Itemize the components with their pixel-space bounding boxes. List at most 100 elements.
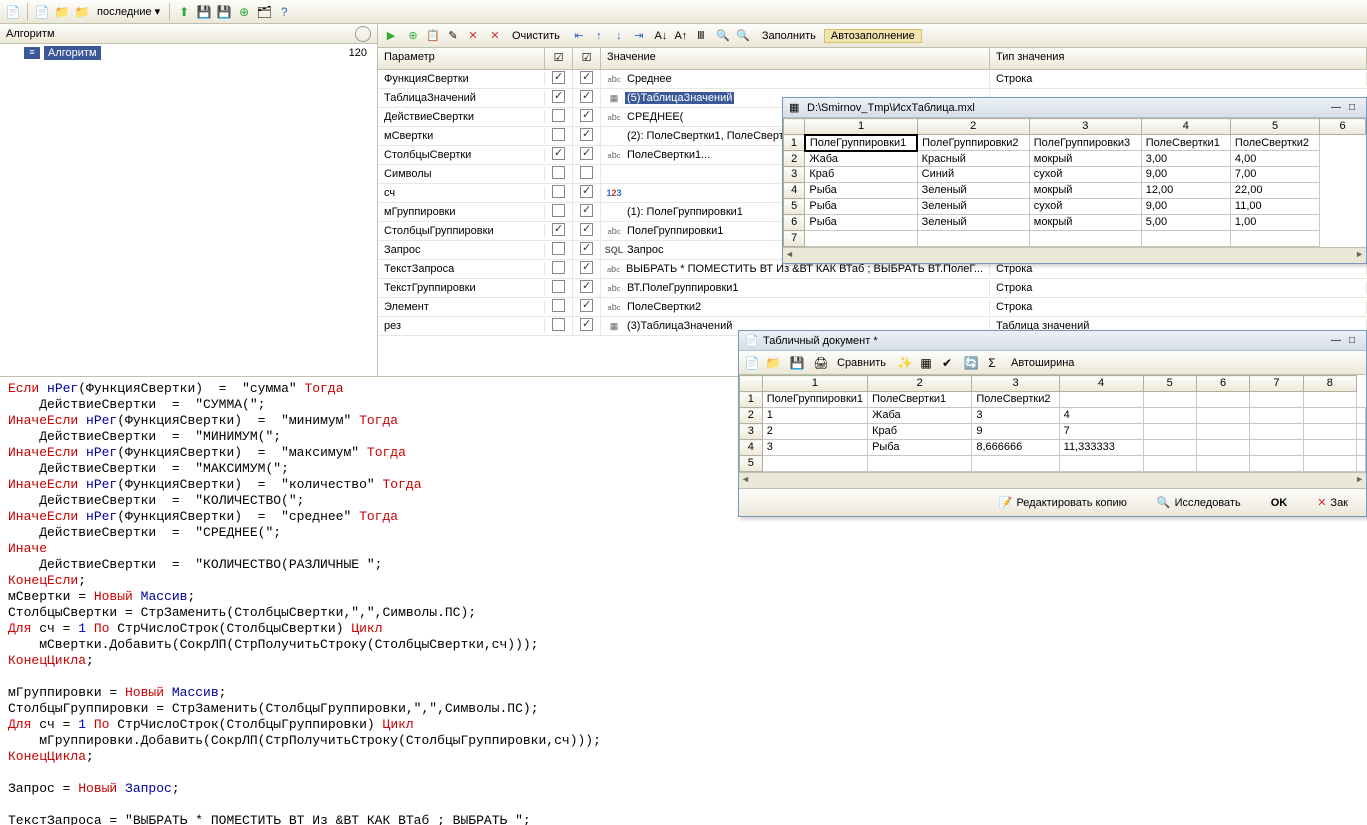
cell[interactable]: 9 — [972, 424, 1059, 440]
param-row[interactable]: ЭлементabcПолеСвертки2Строка — [378, 298, 1367, 317]
checkbox-2[interactable] — [573, 241, 601, 259]
param-value[interactable]: abcСреднее — [601, 71, 990, 87]
row-header[interactable]: 3 — [740, 424, 763, 440]
cell[interactable] — [1303, 456, 1356, 472]
checkbox-2[interactable] — [573, 317, 601, 335]
cell[interactable]: 8,666666 — [972, 440, 1059, 456]
print-icon[interactable]: 🖨 — [812, 354, 830, 372]
cell[interactable] — [1143, 408, 1196, 424]
cell[interactable]: Жаба — [805, 151, 917, 167]
tree-item[interactable]: ≡ Алгоритм 120 — [0, 44, 377, 62]
edit-param-icon[interactable]: ✎ — [444, 27, 462, 45]
cell[interactable]: мокрый — [1029, 151, 1141, 167]
cell[interactable] — [1141, 231, 1230, 247]
cell[interactable]: 4,00 — [1230, 151, 1319, 167]
check-icon[interactable]: ✔ — [938, 354, 956, 372]
param-row[interactable]: ТекстГруппировкиabcВТ.ПолеГруппировки1Ст… — [378, 279, 1367, 298]
cell[interactable]: Рыба — [805, 199, 917, 215]
cell[interactable] — [1250, 456, 1303, 472]
row-header[interactable]: 4 — [784, 183, 805, 199]
add-param-icon[interactable]: ⊕ — [404, 27, 422, 45]
cell[interactable] — [1357, 456, 1366, 472]
scrollbar-h[interactable] — [783, 247, 1366, 263]
cell[interactable]: Жаба — [868, 408, 972, 424]
cell[interactable] — [1250, 408, 1303, 424]
cell[interactable]: ПолеГруппировки1 — [762, 392, 867, 408]
explore-button[interactable]: 🔍 Исследовать — [1147, 493, 1251, 512]
down-icon[interactable]: ↓ — [610, 27, 628, 45]
maximize-icon[interactable]: □ — [1344, 101, 1360, 115]
col-header[interactable] — [740, 376, 763, 392]
clock-icon[interactable] — [355, 26, 371, 42]
cell[interactable] — [1143, 440, 1196, 456]
cell[interactable] — [1303, 424, 1356, 440]
minimize-icon[interactable]: — — [1328, 334, 1344, 348]
row-header[interactable]: 3 — [784, 167, 805, 183]
cell[interactable]: ПолеГруппировки2 — [917, 135, 1029, 151]
cell[interactable]: Рыба — [868, 440, 972, 456]
cell[interactable]: 11,00 — [1230, 199, 1319, 215]
cell[interactable]: ПолеСвертки2 — [1230, 135, 1319, 151]
fill-button[interactable]: Заполнить — [756, 30, 822, 42]
copy-param-icon[interactable]: 📋 — [424, 27, 442, 45]
cell[interactable]: ПолеСвертки2 — [972, 392, 1059, 408]
cell[interactable]: ПолеГруппировки1 — [805, 135, 917, 151]
checkbox-2[interactable] — [573, 146, 601, 164]
cell[interactable]: Синий — [917, 167, 1029, 183]
col-header[interactable]: 6 — [1320, 119, 1366, 135]
folder2-icon[interactable]: 📁 — [73, 3, 91, 21]
tree-area[interactable]: ≡ Алгоритм 120 — [0, 44, 377, 376]
cell[interactable]: 11,333333 — [1059, 440, 1143, 456]
source-table-window[interactable]: ▦ D:\Smirnov_Tmp\ИсхТаблица.mxl — □ 1234… — [782, 97, 1367, 264]
cell[interactable] — [1059, 456, 1143, 472]
param-value[interactable]: abcПолеСвертки2 — [601, 299, 990, 315]
cell[interactable] — [1143, 392, 1196, 408]
cell[interactable]: Зеленый — [917, 183, 1029, 199]
scrollbar-h[interactable] — [739, 472, 1366, 488]
cell[interactable] — [1196, 440, 1249, 456]
col-header[interactable]: 7 — [1250, 376, 1303, 392]
cell[interactable] — [805, 231, 917, 247]
cell[interactable]: 5,00 — [1141, 215, 1230, 231]
cell[interactable]: 1,00 — [1230, 215, 1319, 231]
checkbox-1[interactable] — [545, 165, 573, 183]
compare-button[interactable]: Сравнить — [833, 357, 890, 369]
col-header[interactable]: 2 — [868, 376, 972, 392]
last-icon[interactable]: ⇥ — [630, 27, 648, 45]
checkbox-2[interactable] — [573, 203, 601, 221]
cell[interactable]: Зеленый — [917, 199, 1029, 215]
col-header[interactable]: 6 — [1196, 376, 1249, 392]
cell[interactable]: Рыба — [805, 183, 917, 199]
cell[interactable]: 7,00 — [1230, 167, 1319, 183]
checkbox-1[interactable] — [545, 317, 573, 335]
tree-icon[interactable]: 🗂 — [255, 3, 273, 21]
ok-button[interactable]: OK — [1261, 494, 1298, 512]
cell[interactable] — [917, 231, 1029, 247]
cell[interactable]: 1 — [762, 408, 867, 424]
cell[interactable] — [1357, 440, 1366, 456]
cell[interactable] — [1303, 408, 1356, 424]
cell[interactable]: 9,00 — [1141, 199, 1230, 215]
cell[interactable] — [1357, 408, 1366, 424]
cell[interactable]: 12,00 — [1141, 183, 1230, 199]
checkbox-2[interactable] — [573, 184, 601, 202]
cell[interactable] — [1143, 456, 1196, 472]
checkbox-1[interactable] — [545, 241, 573, 259]
checkbox-2[interactable] — [573, 127, 601, 145]
checkbox-1[interactable] — [545, 108, 573, 126]
checkbox-1[interactable] — [545, 260, 573, 278]
checkbox-1[interactable] — [545, 222, 573, 240]
search2-icon[interactable]: 🔍 — [734, 27, 752, 45]
cell[interactable] — [1196, 424, 1249, 440]
clear-button[interactable]: Очистить — [506, 30, 566, 42]
header-param[interactable]: Параметр — [378, 48, 545, 69]
cell[interactable]: Красный — [917, 151, 1029, 167]
cell[interactable] — [1196, 392, 1249, 408]
cell[interactable] — [1303, 440, 1356, 456]
save-icon[interactable]: 💾 — [195, 3, 213, 21]
maximize-icon[interactable]: □ — [1344, 334, 1360, 348]
cell[interactable] — [972, 456, 1059, 472]
cell[interactable] — [762, 456, 867, 472]
cell[interactable]: 9,00 — [1141, 167, 1230, 183]
row-header[interactable]: 1 — [740, 392, 763, 408]
